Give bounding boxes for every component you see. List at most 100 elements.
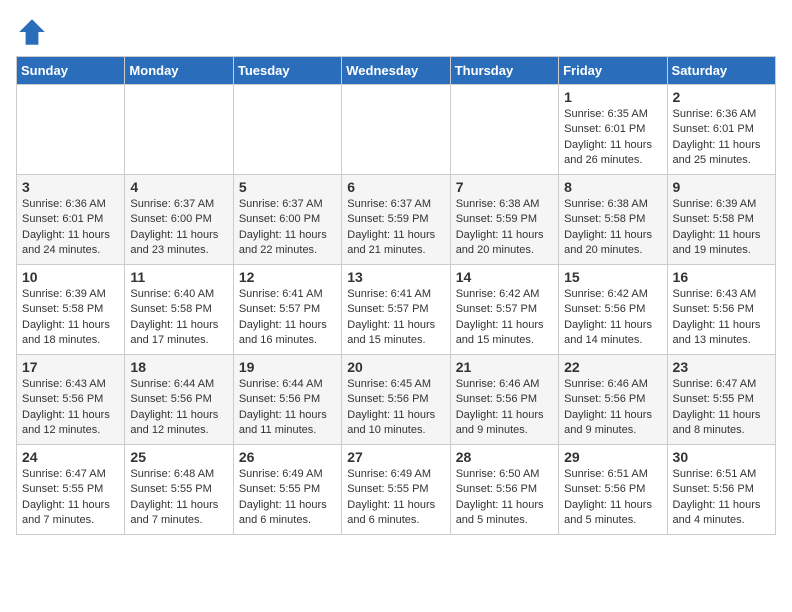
day-info: Sunrise: 6:46 AM Sunset: 5:56 PM Dayligh… xyxy=(564,377,661,439)
page-header xyxy=(16,16,776,48)
calendar-cell: 21 Sunrise: 6:46 AM Sunset: 5:56 PM Dayli… xyxy=(450,355,558,445)
calendar-cell: 10 Sunrise: 6:39 AM Sunset: 5:58 PM Dayli… xyxy=(17,265,125,355)
day-info: Sunrise: 6:45 AM Sunset: 5:56 PM Dayligh… xyxy=(347,377,444,439)
day-number: 4 xyxy=(130,179,227,195)
day-number: 21 xyxy=(456,359,553,375)
day-info: Sunrise: 6:37 AM Sunset: 6:00 PM Dayligh… xyxy=(239,197,336,259)
day-info: Sunrise: 6:41 AM Sunset: 5:57 PM Dayligh… xyxy=(239,287,336,349)
calendar-cell xyxy=(342,85,450,175)
calendar-cell: 24 Sunrise: 6:47 AM Sunset: 5:55 PM Dayli… xyxy=(17,445,125,535)
day-info: Sunrise: 6:43 AM Sunset: 5:56 PM Dayligh… xyxy=(22,377,119,439)
day-info: Sunrise: 6:39 AM Sunset: 5:58 PM Dayligh… xyxy=(22,287,119,349)
day-info: Sunrise: 6:50 AM Sunset: 5:56 PM Dayligh… xyxy=(456,467,553,529)
day-info: Sunrise: 6:49 AM Sunset: 5:55 PM Dayligh… xyxy=(239,467,336,529)
day-info: Sunrise: 6:36 AM Sunset: 6:01 PM Dayligh… xyxy=(673,107,770,169)
day-number: 15 xyxy=(564,269,661,285)
day-info: Sunrise: 6:40 AM Sunset: 5:58 PM Dayligh… xyxy=(130,287,227,349)
day-info: Sunrise: 6:49 AM Sunset: 5:55 PM Dayligh… xyxy=(347,467,444,529)
calendar-cell: 16 Sunrise: 6:43 AM Sunset: 5:56 PM Dayli… xyxy=(667,265,775,355)
day-number: 22 xyxy=(564,359,661,375)
day-info: Sunrise: 6:51 AM Sunset: 5:56 PM Dayligh… xyxy=(564,467,661,529)
day-info: Sunrise: 6:35 AM Sunset: 6:01 PM Dayligh… xyxy=(564,107,661,169)
day-info: Sunrise: 6:37 AM Sunset: 5:59 PM Dayligh… xyxy=(347,197,444,259)
calendar-cell xyxy=(125,85,233,175)
day-number: 18 xyxy=(130,359,227,375)
day-info: Sunrise: 6:39 AM Sunset: 5:58 PM Dayligh… xyxy=(673,197,770,259)
calendar-cell: 11 Sunrise: 6:40 AM Sunset: 5:58 PM Dayli… xyxy=(125,265,233,355)
day-number: 3 xyxy=(22,179,119,195)
calendar-table: SundayMondayTuesdayWednesdayThursdayFrid… xyxy=(16,56,776,535)
day-number: 12 xyxy=(239,269,336,285)
calendar-cell xyxy=(233,85,341,175)
day-number: 26 xyxy=(239,449,336,465)
calendar-cell xyxy=(450,85,558,175)
calendar-cell: 8 Sunrise: 6:38 AM Sunset: 5:58 PM Daylig… xyxy=(559,175,667,265)
calendar-cell: 9 Sunrise: 6:39 AM Sunset: 5:58 PM Daylig… xyxy=(667,175,775,265)
col-header-saturday: Saturday xyxy=(667,57,775,85)
day-info: Sunrise: 6:37 AM Sunset: 6:00 PM Dayligh… xyxy=(130,197,227,259)
day-info: Sunrise: 6:41 AM Sunset: 5:57 PM Dayligh… xyxy=(347,287,444,349)
calendar-cell: 20 Sunrise: 6:45 AM Sunset: 5:56 PM Dayli… xyxy=(342,355,450,445)
calendar-cell: 6 Sunrise: 6:37 AM Sunset: 5:59 PM Daylig… xyxy=(342,175,450,265)
day-info: Sunrise: 6:42 AM Sunset: 5:57 PM Dayligh… xyxy=(456,287,553,349)
col-header-monday: Monday xyxy=(125,57,233,85)
day-number: 6 xyxy=(347,179,444,195)
day-number: 8 xyxy=(564,179,661,195)
day-number: 24 xyxy=(22,449,119,465)
calendar-cell: 12 Sunrise: 6:41 AM Sunset: 5:57 PM Dayli… xyxy=(233,265,341,355)
logo-icon xyxy=(16,16,48,48)
day-info: Sunrise: 6:51 AM Sunset: 5:56 PM Dayligh… xyxy=(673,467,770,529)
day-number: 17 xyxy=(22,359,119,375)
logo xyxy=(16,16,52,48)
calendar-cell: 2 Sunrise: 6:36 AM Sunset: 6:01 PM Daylig… xyxy=(667,85,775,175)
col-header-thursday: Thursday xyxy=(450,57,558,85)
day-info: Sunrise: 6:43 AM Sunset: 5:56 PM Dayligh… xyxy=(673,287,770,349)
day-info: Sunrise: 6:47 AM Sunset: 5:55 PM Dayligh… xyxy=(22,467,119,529)
day-info: Sunrise: 6:36 AM Sunset: 6:01 PM Dayligh… xyxy=(22,197,119,259)
day-number: 5 xyxy=(239,179,336,195)
calendar-cell: 30 Sunrise: 6:51 AM Sunset: 5:56 PM Dayli… xyxy=(667,445,775,535)
calendar-cell: 18 Sunrise: 6:44 AM Sunset: 5:56 PM Dayli… xyxy=(125,355,233,445)
day-info: Sunrise: 6:44 AM Sunset: 5:56 PM Dayligh… xyxy=(239,377,336,439)
day-number: 14 xyxy=(456,269,553,285)
day-number: 27 xyxy=(347,449,444,465)
calendar-cell: 25 Sunrise: 6:48 AM Sunset: 5:55 PM Dayli… xyxy=(125,445,233,535)
calendar-cell: 29 Sunrise: 6:51 AM Sunset: 5:56 PM Dayli… xyxy=(559,445,667,535)
day-number: 16 xyxy=(673,269,770,285)
calendar-cell xyxy=(17,85,125,175)
col-header-wednesday: Wednesday xyxy=(342,57,450,85)
calendar-cell: 19 Sunrise: 6:44 AM Sunset: 5:56 PM Dayli… xyxy=(233,355,341,445)
day-number: 1 xyxy=(564,89,661,105)
day-info: Sunrise: 6:38 AM Sunset: 5:58 PM Dayligh… xyxy=(564,197,661,259)
calendar-cell: 27 Sunrise: 6:49 AM Sunset: 5:55 PM Dayli… xyxy=(342,445,450,535)
calendar-cell: 22 Sunrise: 6:46 AM Sunset: 5:56 PM Dayli… xyxy=(559,355,667,445)
day-info: Sunrise: 6:46 AM Sunset: 5:56 PM Dayligh… xyxy=(456,377,553,439)
day-info: Sunrise: 6:44 AM Sunset: 5:56 PM Dayligh… xyxy=(130,377,227,439)
calendar-cell: 7 Sunrise: 6:38 AM Sunset: 5:59 PM Daylig… xyxy=(450,175,558,265)
calendar-cell: 3 Sunrise: 6:36 AM Sunset: 6:01 PM Daylig… xyxy=(17,175,125,265)
day-number: 30 xyxy=(673,449,770,465)
day-number: 13 xyxy=(347,269,444,285)
day-number: 10 xyxy=(22,269,119,285)
calendar-cell: 13 Sunrise: 6:41 AM Sunset: 5:57 PM Dayli… xyxy=(342,265,450,355)
calendar-cell: 28 Sunrise: 6:50 AM Sunset: 5:56 PM Dayli… xyxy=(450,445,558,535)
calendar-cell: 1 Sunrise: 6:35 AM Sunset: 6:01 PM Daylig… xyxy=(559,85,667,175)
day-info: Sunrise: 6:38 AM Sunset: 5:59 PM Dayligh… xyxy=(456,197,553,259)
day-number: 23 xyxy=(673,359,770,375)
day-number: 28 xyxy=(456,449,553,465)
day-number: 2 xyxy=(673,89,770,105)
day-info: Sunrise: 6:42 AM Sunset: 5:56 PM Dayligh… xyxy=(564,287,661,349)
day-number: 11 xyxy=(130,269,227,285)
col-header-sunday: Sunday xyxy=(17,57,125,85)
day-number: 29 xyxy=(564,449,661,465)
day-number: 19 xyxy=(239,359,336,375)
day-number: 7 xyxy=(456,179,553,195)
calendar-cell: 4 Sunrise: 6:37 AM Sunset: 6:00 PM Daylig… xyxy=(125,175,233,265)
day-number: 25 xyxy=(130,449,227,465)
day-number: 9 xyxy=(673,179,770,195)
calendar-cell: 15 Sunrise: 6:42 AM Sunset: 5:56 PM Dayli… xyxy=(559,265,667,355)
col-header-tuesday: Tuesday xyxy=(233,57,341,85)
day-number: 20 xyxy=(347,359,444,375)
day-info: Sunrise: 6:48 AM Sunset: 5:55 PM Dayligh… xyxy=(130,467,227,529)
calendar-cell: 17 Sunrise: 6:43 AM Sunset: 5:56 PM Dayli… xyxy=(17,355,125,445)
